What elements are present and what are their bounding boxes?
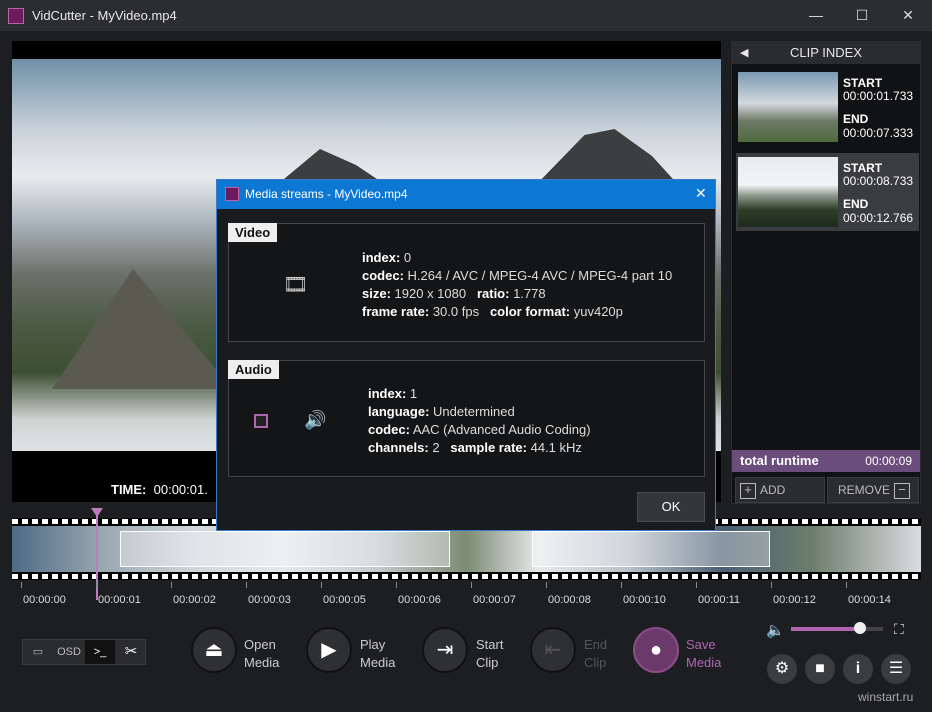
settings-button[interactable]: ⚙ <box>767 654 797 684</box>
window-title: VidCutter - MyVideo.mp4 <box>32 8 177 23</box>
clip-thumbnail <box>738 157 838 227</box>
end-clip-button[interactable]: ⇤ <box>530 627 576 673</box>
maximize-button[interactable]: ☐ <box>842 4 882 26</box>
app-icon <box>8 8 24 24</box>
film-icon: 🎞 <box>283 274 309 296</box>
play-media-button[interactable]: ▶ <box>306 627 352 673</box>
about-button[interactable]: i <box>843 654 873 684</box>
audio-stream-info: index: 1 language: Undetermined codec: A… <box>368 386 591 455</box>
clip-thumbnail <box>738 72 838 142</box>
ok-button[interactable]: OK <box>637 492 705 522</box>
clip-selection[interactable] <box>120 531 450 567</box>
film-sprockets-bottom <box>12 574 921 579</box>
menu-button[interactable]: ☰ <box>881 654 911 684</box>
record-icon: ● <box>649 639 663 661</box>
end-clip-icon: ⇤ <box>544 639 562 661</box>
audio-stream-checkbox[interactable] <box>254 414 268 428</box>
info-icon: i <box>855 660 861 677</box>
play-media-label: Play Media <box>360 637 396 670</box>
close-button[interactable]: ✕ <box>888 4 928 26</box>
dialog-title-bar: Media streams - MyVideo.mp4 ✕ <box>217 180 715 209</box>
thumbnails-toggle[interactable]: ▭ <box>23 640 53 664</box>
volume-knob[interactable] <box>854 622 866 634</box>
start-clip-button[interactable]: ⇥ <box>422 627 468 673</box>
video-stream-group: Video 🎞 index: 0 codec: H.264 / AVC / MP… <box>228 223 705 342</box>
timeline-ruler: 00:00:00 00:00:01 00:00:02 00:00:03 00:0… <box>12 582 921 612</box>
open-media-button[interactable]: ⏏ <box>191 627 237 673</box>
list-icon: ☰ <box>888 660 904 677</box>
title-bar: VidCutter - MyVideo.mp4 — ☐ ✕ <box>0 0 932 31</box>
speaker-icon[interactable]: 🔈 <box>766 621 785 639</box>
add-clip-button[interactable]: + ADD <box>735 477 825 503</box>
start-clip-icon: ⇥ <box>436 639 454 661</box>
media-info-button[interactable]: ■ <box>805 654 835 684</box>
eject-icon: ⏏ <box>204 639 224 661</box>
osd-toggle[interactable]: OSD <box>54 640 84 664</box>
save-media-label: Save Media <box>686 637 722 670</box>
volume-slider[interactable] <box>791 622 883 634</box>
clip-index-panel: ◀ CLIP INDEX START 00:00:01.733 END 00:0… <box>731 41 921 504</box>
smartcut-toggle[interactable]: ✂ <box>116 640 146 664</box>
video-group-label: Video <box>228 223 278 242</box>
total-runtime-bar: total runtime 00:00:09 <box>732 450 920 472</box>
volume-fill <box>791 627 860 631</box>
fullscreen-icon[interactable]: ⛶ <box>894 621 904 638</box>
collapse-arrow-icon[interactable]: ◀ <box>740 42 748 64</box>
view-toggle-group: ▭ OSD >_ ✂ <box>22 639 146 665</box>
watermark: winstart.ru <box>858 690 914 704</box>
play-icon: ▶ <box>321 639 337 661</box>
plus-icon: + <box>740 482 756 499</box>
video-stream-info: index: 0 codec: H.264 / AVC / MPEG-4 AVC… <box>362 250 673 319</box>
clip-selection[interactable] <box>532 531 770 567</box>
audio-group-label: Audio <box>228 360 279 379</box>
audio-stream-group: Audio 🔊 index: 1 language: Undetermined … <box>228 360 705 477</box>
save-media-button[interactable]: ● <box>633 627 679 673</box>
speaker-icon: 🔊 <box>304 410 327 430</box>
film-icon: ▭ <box>32 646 44 658</box>
app-icon <box>225 187 239 201</box>
video-time: TIME: 00:00:01. <box>111 482 208 497</box>
clip-index-header: ◀ CLIP INDEX <box>732 42 920 64</box>
dialog-title: Media streams - MyVideo.mp4 <box>245 187 408 201</box>
clip-item[interactable]: START 00:00:01.733 END 00:00:07.333 <box>736 68 919 146</box>
minimize-button[interactable]: — <box>796 4 836 26</box>
start-clip-label: Start Clip <box>476 637 504 670</box>
gear-icon: ⚙ <box>774 660 790 677</box>
open-media-label: Open Media <box>244 637 280 670</box>
remove-clip-button[interactable]: REMOVE − <box>827 477 919 503</box>
dialog-close-button[interactable]: ✕ <box>695 185 707 202</box>
media-streams-dialog: Media streams - MyVideo.mp4 ✕ Video 🎞 in… <box>216 179 716 531</box>
console-toggle[interactable]: >_ <box>85 640 115 664</box>
end-clip-label: End Clip <box>584 637 608 670</box>
camera-icon: ■ <box>815 660 825 677</box>
clip-item[interactable]: START 00:00:08.733 END 00:00:12.766 <box>736 153 919 231</box>
minus-icon: − <box>894 482 910 499</box>
